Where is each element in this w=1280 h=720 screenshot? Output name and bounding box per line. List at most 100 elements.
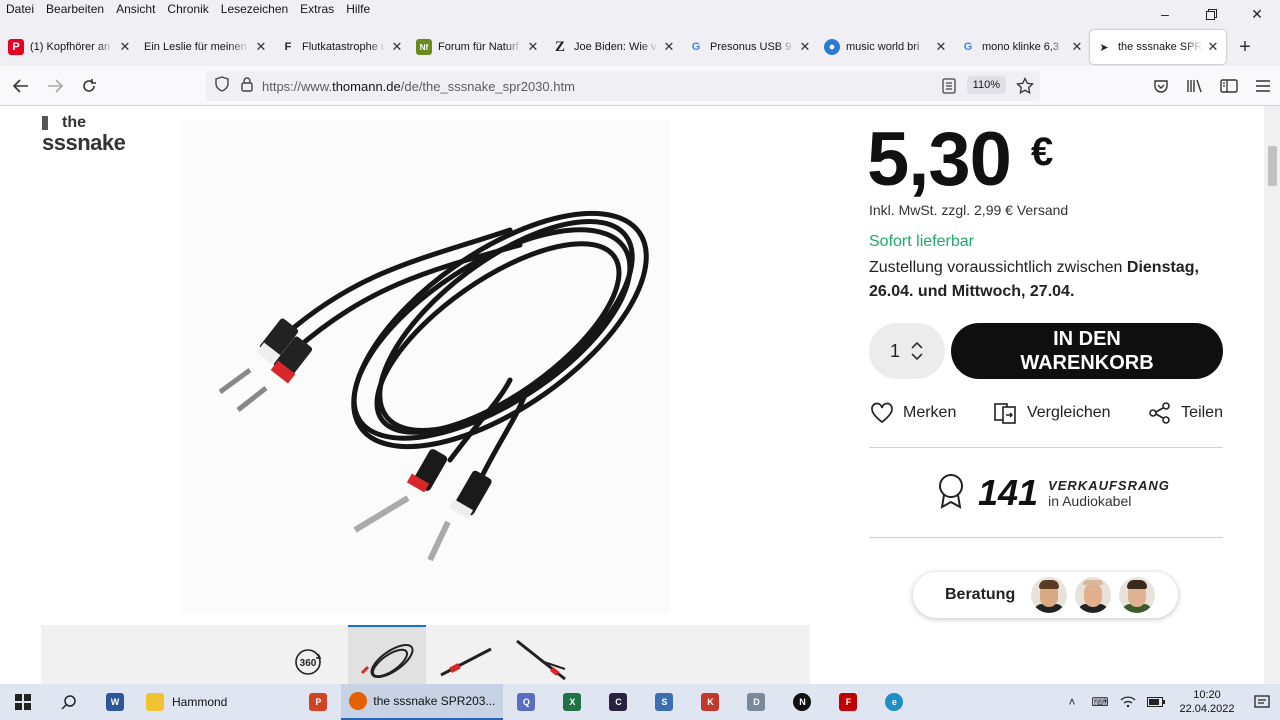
quantity-stepper[interactable]: 1 — [869, 323, 945, 379]
battery-icon[interactable] — [1142, 684, 1170, 720]
filezilla-icon[interactable]: F — [825, 684, 871, 720]
360-view-icon[interactable]: 360 — [291, 645, 325, 679]
tab-sssnake[interactable]: ➤ the sssnake SPR2 ✕ — [1090, 30, 1226, 64]
menu-bearbeiten[interactable]: Bearbeiten — [40, 0, 110, 16]
app-icon[interactable]: C — [595, 684, 641, 720]
close-icon[interactable]: ✕ — [662, 39, 676, 55]
zoom-level[interactable]: 110% — [966, 76, 1006, 94]
scrollbar-thumb[interactable] — [1268, 146, 1277, 186]
word-icon[interactable]: W — [92, 684, 138, 720]
powerpoint-icon[interactable]: P — [295, 684, 341, 720]
menu-extras[interactable]: Extras — [294, 0, 340, 16]
url-bar[interactable]: https://www.thomann.de/de/the_sssnake_sp… — [206, 71, 1040, 101]
z-icon: Z — [554, 38, 565, 55]
keyboard-icon[interactable]: ⌨ — [1086, 684, 1114, 720]
app-icon[interactable]: D — [733, 684, 779, 720]
window-controls: – ✕ — [1142, 0, 1280, 28]
chevron-up-icon[interactable]: ˄ — [1058, 684, 1086, 720]
reader-view-icon[interactable] — [942, 78, 956, 99]
taskbar-app-firefox[interactable]: the sssnake SPR203... — [341, 684, 504, 720]
divider — [869, 537, 1223, 538]
award-ribbon-icon — [936, 473, 966, 514]
thumbnail-3[interactable] — [511, 635, 571, 684]
url-text[interactable]: https://www.thomann.de/de/the_sssnake_sp… — [262, 79, 575, 94]
page-content: the sssnake 360 5,30 € Inkl. MwSt. zzgl.… — [0, 106, 1264, 684]
edge-icon[interactable]: e — [871, 684, 917, 720]
app-icon[interactable]: Q — [503, 684, 549, 720]
excel-icon[interactable]: X — [549, 684, 595, 720]
avatar — [1031, 577, 1068, 613]
close-window-icon[interactable]: ✕ — [1234, 0, 1280, 28]
close-icon[interactable]: ✕ — [526, 39, 540, 55]
sales-rank[interactable]: 141 VERKAUFSRANG in Audiokabel — [936, 472, 1170, 514]
tab-title: Flutkatastrophe u — [302, 41, 386, 53]
search-icon[interactable] — [46, 684, 92, 720]
tab-flutkatastrophe[interactable]: F Flutkatastrophe u ✕ — [274, 30, 410, 64]
tab-strip: P (1) Kopfhörer an ✕ Ein Leslie für mein… — [0, 28, 1280, 66]
navigation-bar: https://www.thomann.de/de/the_sssnake_sp… — [0, 66, 1280, 106]
rank-category: in Audiokabel — [1048, 492, 1132, 509]
minimize-icon[interactable]: – — [1142, 0, 1188, 28]
bookmark-star-icon[interactable] — [1016, 76, 1034, 100]
thumbnail-2[interactable] — [436, 635, 496, 684]
close-icon[interactable]: ✕ — [1070, 39, 1084, 55]
product-actions: Merken Vergleichen Teilen — [869, 402, 1223, 424]
app-icon[interactable]: K — [687, 684, 733, 720]
tab-music-world[interactable]: ● music world bri ✕ — [818, 30, 954, 64]
tab-forum[interactable]: Nf Forum für Naturf ✕ — [410, 30, 546, 64]
close-icon[interactable]: ✕ — [254, 39, 268, 55]
menu-hilfe[interactable]: Hilfe — [340, 0, 376, 16]
chevron-updown-icon[interactable] — [910, 341, 924, 361]
menu-lesezeichen[interactable]: Lesezeichen — [215, 0, 294, 16]
product-image[interactable] — [180, 120, 670, 614]
menu-datei[interactable]: Datei — [0, 0, 40, 16]
nf-icon: Nf — [416, 39, 432, 55]
close-icon[interactable]: ✕ — [934, 39, 948, 55]
notifications-icon[interactable] — [1244, 684, 1280, 720]
pocket-icon[interactable] — [1144, 70, 1178, 102]
tracking-shield-icon[interactable] — [214, 75, 230, 97]
tab-leslie[interactable]: Ein Leslie für meinen ✕ — [138, 30, 274, 64]
tab-presonus[interactable]: G Presonus USB 9 ✕ — [682, 30, 818, 64]
close-icon[interactable]: ✕ — [1206, 39, 1220, 55]
avatar — [1075, 577, 1112, 613]
add-to-cart-button[interactable]: IN DEN WARENKORB — [951, 323, 1223, 379]
hamburger-menu-icon[interactable] — [1246, 70, 1280, 102]
logo-mark — [42, 116, 48, 130]
pinterest-icon: P — [8, 39, 24, 55]
library-icon[interactable] — [1178, 70, 1212, 102]
menu-ansicht[interactable]: Ansicht — [110, 0, 161, 16]
taskbar: W Hammond P the sssnake SPR203... Q X C … — [0, 684, 1280, 720]
scrollbar[interactable] — [1264, 106, 1280, 684]
new-tab-icon[interactable]: + — [1230, 32, 1260, 62]
back-icon[interactable] — [4, 70, 38, 102]
thumbnail-1[interactable] — [348, 625, 426, 684]
tab-kopfhoerer[interactable]: P (1) Kopfhörer an ✕ — [2, 30, 138, 64]
menu-chronik[interactable]: Chronik — [161, 0, 214, 16]
advice-chat-button[interactable]: Beratung — [913, 572, 1178, 618]
wifi-icon[interactable] — [1114, 684, 1142, 720]
tab-biden[interactable]: Z Joe Biden: Wie vi ✕ — [546, 30, 682, 64]
close-icon[interactable]: ✕ — [390, 39, 404, 55]
taskbar-app-hammond[interactable]: Hammond — [138, 684, 235, 720]
clock[interactable]: 10:20 22.04.2022 — [1170, 688, 1244, 716]
brand-logo[interactable]: the sssnake — [42, 114, 152, 155]
windows-start-icon[interactable] — [0, 684, 46, 720]
tab-mono-klinke[interactable]: G mono klinke 6,3 ✕ — [954, 30, 1090, 64]
tab-title: Presonus USB 9 — [710, 41, 792, 53]
share-button[interactable]: Teilen — [1147, 402, 1223, 424]
restore-icon[interactable] — [1188, 0, 1234, 28]
reload-icon[interactable] — [72, 70, 106, 102]
remember-button[interactable]: Merken — [869, 402, 956, 424]
toolbar-right — [1144, 70, 1280, 102]
forward-icon[interactable] — [38, 70, 72, 102]
app-icon[interactable]: N — [779, 684, 825, 720]
app-icon[interactable]: S — [641, 684, 687, 720]
close-icon[interactable]: ✕ — [118, 39, 132, 55]
close-icon[interactable]: ✕ — [798, 39, 812, 55]
sidebar-icon[interactable] — [1212, 70, 1246, 102]
thumbnail-strip: 360 — [41, 625, 810, 684]
globe-icon: ● — [824, 39, 840, 55]
lock-icon[interactable] — [240, 76, 254, 97]
compare-button[interactable]: Vergleichen — [993, 402, 1111, 424]
